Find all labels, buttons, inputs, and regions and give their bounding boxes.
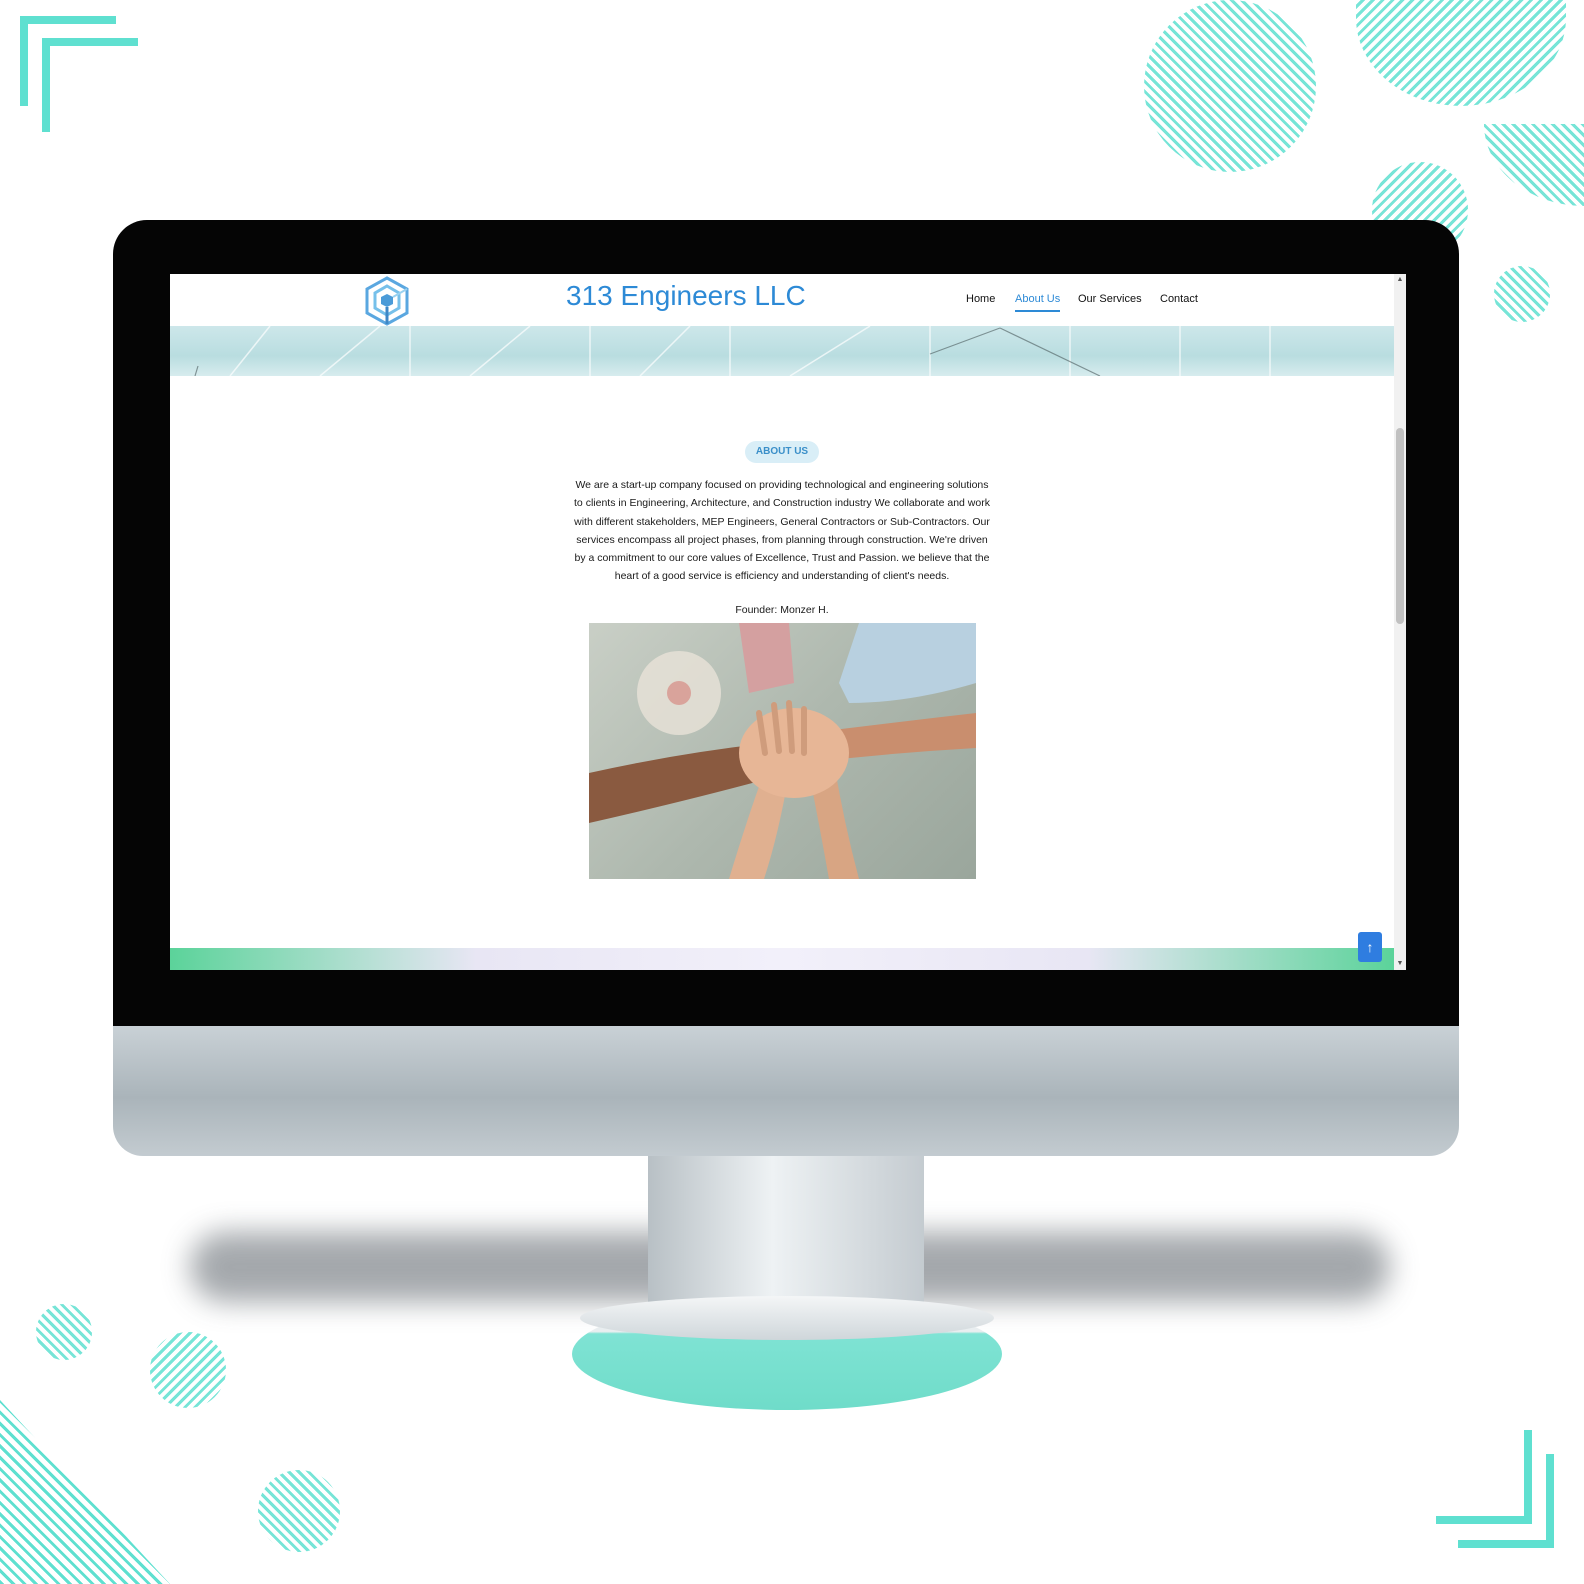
- decor-circle: [36, 1304, 92, 1360]
- decor-circle: [1484, 124, 1584, 206]
- arrow-up-icon: ↑: [1366, 939, 1374, 955]
- site-header: 313 Engineers LLC Home About Us Our Serv…: [170, 274, 1394, 326]
- scroll-up-arrow-icon[interactable]: ▲: [1396, 276, 1404, 284]
- decor-stripes: [0, 1400, 170, 1584]
- scrollbar-thumb[interactable]: [1396, 428, 1404, 624]
- hero-banner-pattern: [194, 326, 1271, 376]
- monitor-chin: [113, 1026, 1459, 1156]
- decor-circle: [1144, 0, 1316, 172]
- cube-logo-icon[interactable]: [363, 276, 411, 326]
- monitor-stand-rim: [580, 1296, 994, 1340]
- monitor-screen: 313 Engineers LLC Home About Us Our Serv…: [170, 274, 1406, 970]
- scroll-down-arrow-icon[interactable]: ▼: [1396, 960, 1404, 968]
- footer-band: [170, 948, 1394, 970]
- scroll-to-top-button[interactable]: ↑: [1358, 932, 1382, 962]
- team-hands-illustration: [589, 623, 976, 879]
- decor-circle: [150, 1332, 226, 1408]
- founder-credit: Founder: Monzer H.: [735, 604, 829, 616]
- about-us-description: We are a start-up company focused on pro…: [574, 479, 990, 583]
- site-title[interactable]: 313 Engineers LLC: [566, 280, 806, 312]
- decor-circle: [1494, 266, 1550, 322]
- decor-circle: [1356, 0, 1566, 106]
- hero-banner: [170, 326, 1394, 376]
- nav-home[interactable]: Home: [966, 293, 995, 310]
- nav-contact[interactable]: Contact: [1160, 293, 1198, 310]
- about-us-badge: ABOUT US: [745, 441, 819, 463]
- nav-about-us[interactable]: About Us: [1015, 293, 1061, 312]
- nav-our-services[interactable]: Our Services: [1078, 293, 1142, 310]
- decor-circle: [258, 1470, 340, 1552]
- team-hands-photo: [589, 623, 976, 879]
